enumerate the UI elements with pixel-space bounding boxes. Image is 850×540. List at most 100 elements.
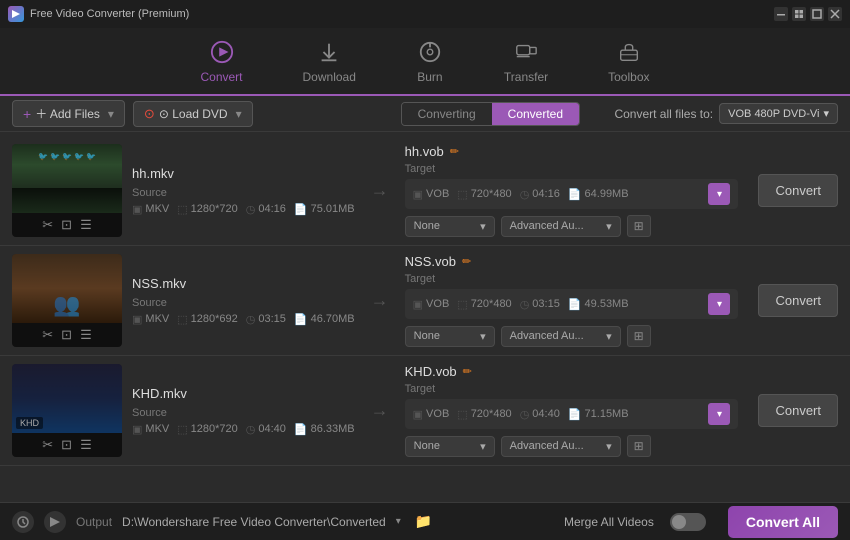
subtitle-select-1[interactable]: None ▾ xyxy=(405,216,495,237)
convert-icon xyxy=(208,38,236,66)
toolbar: + ＋ Add Files ▾ ⊙ ⊙ Load DVD ▾ Convertin… xyxy=(0,96,850,132)
load-dvd-label: ⊙ Load DVD xyxy=(159,107,228,121)
target-extra-3: None ▾ Advanced Au... ▾ ⊞ xyxy=(405,435,739,457)
adjust-btn-3[interactable]: ⊞ xyxy=(627,435,651,457)
nav-convert-label: Convert xyxy=(200,70,242,84)
tab-converted[interactable]: Converted xyxy=(492,103,579,125)
source-format-2: ▣ MKV xyxy=(132,313,169,326)
target-row-1: ▣ VOB ⬚ 720*480 ◷ 04:16 📄 64.99MB xyxy=(405,179,739,209)
settings-button[interactable] xyxy=(792,7,806,21)
subtitle-select-2[interactable]: None ▾ xyxy=(405,326,495,347)
edit-icon-1[interactable]: ✏ xyxy=(450,145,459,158)
nav-download[interactable]: Download xyxy=(303,38,356,84)
convert-btn-area-2: Convert xyxy=(748,254,838,347)
target-label-2: Target xyxy=(405,273,739,285)
res-icon-1: ⬚ xyxy=(177,203,187,216)
title-bar-controls xyxy=(774,7,842,21)
nav-download-label: Download xyxy=(303,70,356,84)
target-area-2: NSS.vob ✏ Target ▣VOB ⬚720*480 ◷03:15 📄4… xyxy=(405,254,739,347)
source-meta-2: ▣ MKV ⬚ 1280*692 ◷ 03:15 📄 46.70MB xyxy=(132,313,355,326)
convert-all-label: Convert all files to: xyxy=(614,107,713,121)
adjust-btn-1[interactable]: ⊞ xyxy=(627,215,651,237)
convert-all-button[interactable]: Convert All xyxy=(728,506,838,538)
close-button[interactable] xyxy=(828,7,842,21)
bottom-bar: Output D:\Wondershare Free Video Convert… xyxy=(0,502,850,540)
source-res-1: ⬚ 1280*720 xyxy=(177,203,238,216)
add-files-button[interactable]: + ＋ Add Files ▾ xyxy=(12,100,125,127)
target-meta-1: ▣ VOB ⬚ 720*480 ◷ 04:16 📄 64.99MB xyxy=(413,188,701,201)
output-path: D:\Wondershare Free Video Converter\Conv… xyxy=(122,515,386,529)
target-dropdown-btn-1[interactable]: ▾ xyxy=(708,183,730,205)
file-item-1: 🐦🐦🐦 🐦🐦 ✂ ⊡ ☰ hh.mkv Source ▣ MKV xyxy=(0,136,850,246)
accelerate-icon[interactable] xyxy=(44,511,66,533)
target-filename-3: KHD.vob xyxy=(405,364,457,379)
convert-button-2[interactable]: Convert xyxy=(758,284,838,317)
nav-burn-label: Burn xyxy=(417,70,442,84)
thumb-img-1: 🐦🐦🐦 🐦🐦 xyxy=(12,144,122,213)
file-info-3: KHD.mkv Source ▣MKV ⬚1280*720 ◷04:40 📄86… xyxy=(132,364,355,457)
nav-transfer[interactable]: Transfer xyxy=(504,38,548,84)
add-files-dropdown-icon[interactable]: ▾ xyxy=(108,107,114,121)
minimize-button[interactable] xyxy=(774,7,788,21)
format-dropdown-icon: ▾ xyxy=(823,107,829,120)
source-label-1: Source xyxy=(132,187,355,199)
tab-group: Converting Converted xyxy=(401,102,580,126)
target-format-1: ▣ VOB xyxy=(413,188,450,201)
dur-icon-1: ◷ xyxy=(246,203,256,216)
folder-icon[interactable]: 📁 xyxy=(415,513,432,530)
output-dropdown-icon[interactable]: ▾ xyxy=(396,516,401,527)
source-filename-2: NSS.mkv xyxy=(132,276,355,291)
target-row-3: ▣VOB ⬚720*480 ◷04:40 📄71.15MB ▾ xyxy=(405,399,739,429)
target-label-1: Target xyxy=(405,163,739,175)
target-size-1: 📄 64.99MB xyxy=(568,188,629,201)
crop-icon-2[interactable]: ⊡ xyxy=(61,327,72,343)
convert-button-1[interactable]: Convert xyxy=(758,174,838,207)
app-icon xyxy=(8,6,24,22)
nav-convert[interactable]: Convert xyxy=(200,38,242,84)
tab-converting[interactable]: Converting xyxy=(402,103,492,125)
target-extra-2: None ▾ Advanced Au... ▾ ⊞ xyxy=(405,325,739,347)
size-icon-1: 📄 xyxy=(294,203,308,216)
target-res-1: ⬚ 720*480 xyxy=(457,188,511,201)
arrow-3: → xyxy=(365,364,395,457)
nav-burn[interactable]: Burn xyxy=(416,38,444,84)
load-dvd-dropdown-icon[interactable]: ▾ xyxy=(236,107,242,121)
target-header-1: hh.vob ✏ xyxy=(405,144,739,159)
crop-icon-1[interactable]: ⊡ xyxy=(61,217,72,233)
subtitle-select-3[interactable]: None ▾ xyxy=(405,436,495,457)
arrow-1: → xyxy=(365,144,395,237)
advanced-select-3[interactable]: Advanced Au... ▾ xyxy=(501,436,621,457)
edit-icon-3[interactable]: ✏ xyxy=(463,365,472,378)
target-dropdown-btn-2[interactable]: ▾ xyxy=(708,293,730,315)
format-value: VOB 480P DVD-Vi xyxy=(728,108,819,120)
title-bar-left: Free Video Converter (Premium) xyxy=(8,6,189,22)
target-dropdown-btn-3[interactable]: ▾ xyxy=(708,403,730,425)
source-label-3: Source xyxy=(132,407,355,419)
advanced-select-1[interactable]: Advanced Au... ▾ xyxy=(501,216,621,237)
effects-icon-2[interactable]: ☰ xyxy=(80,327,92,343)
nav-toolbox[interactable]: Toolbox xyxy=(608,38,649,84)
thumbnail-1: 🐦🐦🐦 🐦🐦 ✂ ⊡ ☰ xyxy=(12,144,122,237)
source-dur-1: ◷ 04:16 xyxy=(246,203,286,216)
thumb-img-3: KHD xyxy=(12,364,122,433)
file-info-2: NSS.mkv Source ▣ MKV ⬚ 1280*692 ◷ 03:15 … xyxy=(132,254,355,347)
adjust-btn-2[interactable]: ⊞ xyxy=(627,325,651,347)
merge-toggle[interactable] xyxy=(670,513,706,531)
crop-icon-3[interactable]: ⊡ xyxy=(61,437,72,453)
nav-bar: Convert Download Burn xyxy=(0,28,850,96)
load-dvd-button[interactable]: ⊙ ⊙ Load DVD ▾ xyxy=(133,101,253,127)
history-icon[interactable] xyxy=(12,511,34,533)
title-bar: Free Video Converter (Premium) xyxy=(0,0,850,28)
effects-icon-1[interactable]: ☰ xyxy=(80,217,92,233)
convert-button-3[interactable]: Convert xyxy=(758,394,838,427)
advanced-select-2[interactable]: Advanced Au... ▾ xyxy=(501,326,621,347)
scissors-icon-3[interactable]: ✂ xyxy=(42,437,53,453)
restore-button[interactable] xyxy=(810,7,824,21)
toolbox-icon xyxy=(615,38,643,66)
scissors-icon-2[interactable]: ✂ xyxy=(42,327,53,343)
effects-icon-3[interactable]: ☰ xyxy=(80,437,92,453)
scissors-icon-1[interactable]: ✂ xyxy=(42,217,53,233)
format-select[interactable]: VOB 480P DVD-Vi ▾ xyxy=(719,103,838,124)
target-row-2: ▣VOB ⬚720*480 ◷03:15 📄49.53MB ▾ xyxy=(405,289,739,319)
edit-icon-2[interactable]: ✏ xyxy=(462,255,471,268)
